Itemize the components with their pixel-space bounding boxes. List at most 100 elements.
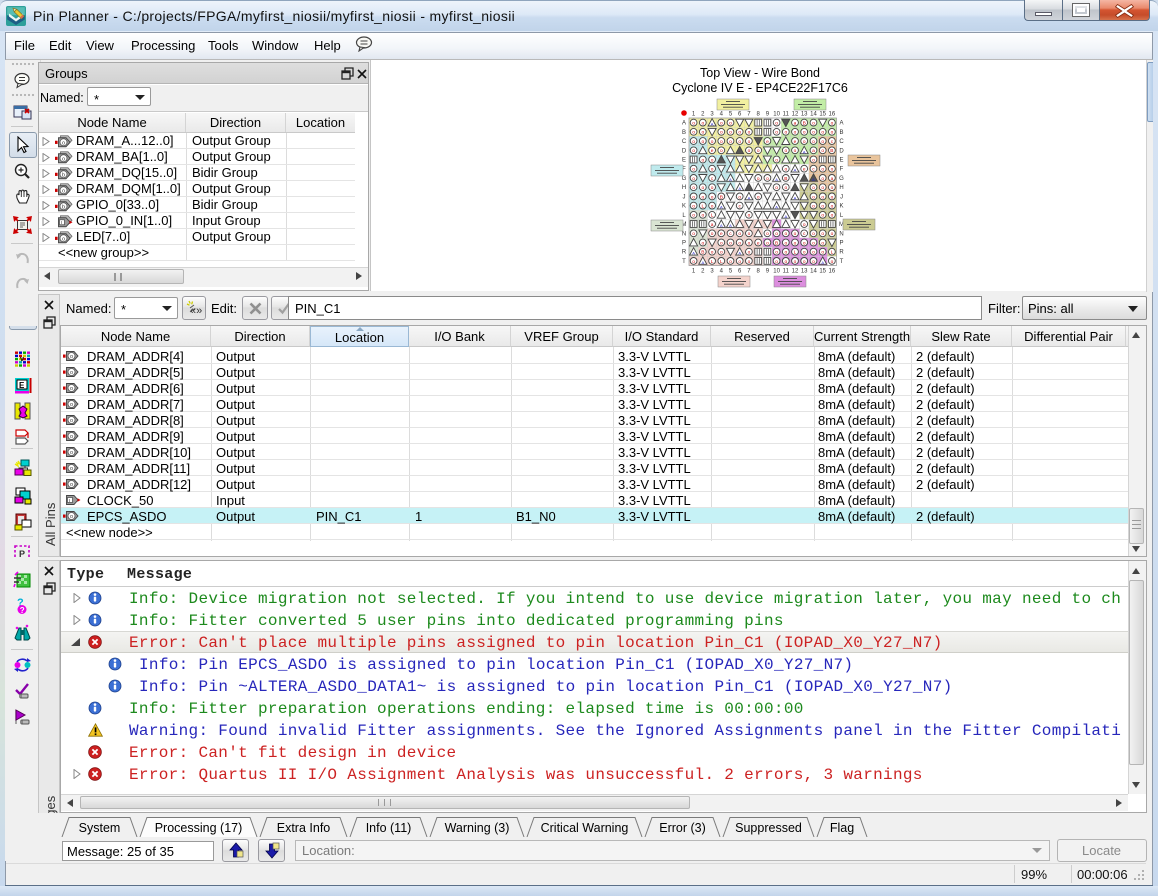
svg-text:o: o bbox=[821, 241, 824, 246]
svg-text:o: o bbox=[70, 402, 73, 408]
svg-text:o: o bbox=[692, 168, 695, 173]
svg-text:o: o bbox=[692, 260, 695, 265]
svg-text:A: A bbox=[682, 121, 686, 127]
svg-text:o: o bbox=[692, 149, 695, 154]
svg-text:E: E bbox=[682, 158, 686, 164]
svg-text:e: e bbox=[711, 149, 714, 154]
svg-text:B: B bbox=[803, 121, 806, 127]
svg-text:o: o bbox=[729, 260, 732, 265]
svg-text:o: o bbox=[831, 205, 834, 210]
svg-text:o: o bbox=[794, 241, 797, 246]
svg-text:o: o bbox=[821, 131, 824, 136]
svg-text:12: 12 bbox=[792, 269, 799, 275]
svg-text:o: o bbox=[70, 386, 73, 392]
svg-text:B: B bbox=[682, 130, 686, 136]
svg-text:o: o bbox=[729, 131, 732, 136]
svg-text:14: 14 bbox=[810, 269, 817, 275]
svg-text:o: o bbox=[711, 186, 714, 191]
svg-text:e: e bbox=[794, 140, 797, 145]
svg-text:J: J bbox=[683, 194, 686, 200]
svg-text:I: I bbox=[61, 220, 62, 226]
svg-text:o: o bbox=[812, 241, 815, 246]
svg-text:P: P bbox=[682, 241, 686, 247]
svg-text:o: o bbox=[748, 214, 751, 219]
svg-text:a: a bbox=[711, 223, 714, 228]
svg-text:o: o bbox=[775, 232, 778, 237]
svg-text:L: L bbox=[701, 204, 704, 210]
svg-text:System: System bbox=[79, 821, 121, 835]
svg-text:D: D bbox=[839, 148, 844, 154]
svg-text:o: o bbox=[748, 232, 751, 237]
svg-text:o: o bbox=[766, 241, 769, 246]
svg-text:o: o bbox=[748, 260, 751, 265]
svg-text:o: o bbox=[831, 260, 834, 265]
svg-text:13: 13 bbox=[801, 112, 808, 118]
svg-text:o: o bbox=[720, 149, 723, 154]
svg-text:o: o bbox=[748, 241, 751, 246]
svg-text:o: o bbox=[812, 205, 815, 210]
svg-text:o: o bbox=[692, 122, 695, 127]
svg-text:B: B bbox=[839, 130, 843, 136]
svg-text:o: o bbox=[794, 232, 797, 237]
svg-text:v: v bbox=[20, 356, 24, 363]
svg-text:o: o bbox=[701, 214, 704, 219]
svg-text:A: A bbox=[729, 177, 732, 182]
svg-text:o: o bbox=[784, 232, 787, 237]
svg-text:T: T bbox=[682, 259, 686, 265]
svg-text:o: o bbox=[738, 260, 741, 265]
svg-text:o: o bbox=[738, 140, 741, 145]
svg-text:N: N bbox=[682, 231, 686, 237]
svg-text:I: I bbox=[69, 498, 70, 504]
svg-text:11: 11 bbox=[783, 112, 790, 118]
svg-text:o: o bbox=[62, 236, 65, 242]
svg-text:o: o bbox=[831, 168, 834, 173]
svg-text:e: e bbox=[766, 140, 769, 145]
svg-text:o: o bbox=[738, 131, 741, 136]
svg-text:o: o bbox=[711, 158, 714, 163]
svg-text:o: o bbox=[812, 122, 815, 127]
svg-text:A: A bbox=[839, 121, 843, 127]
svg-text:o: o bbox=[729, 122, 732, 127]
svg-text:o: o bbox=[775, 260, 778, 265]
svg-text:o: o bbox=[812, 232, 815, 237]
svg-text:o: o bbox=[692, 205, 695, 210]
svg-text:L: L bbox=[711, 213, 714, 219]
svg-text:o: o bbox=[748, 251, 751, 256]
svg-text:A: A bbox=[720, 223, 723, 228]
svg-text:o: o bbox=[775, 158, 778, 163]
svg-text:o: o bbox=[701, 122, 704, 127]
svg-text:o: o bbox=[62, 188, 65, 194]
svg-text:a: a bbox=[831, 177, 834, 182]
svg-text:a: a bbox=[812, 149, 815, 154]
svg-text:A: A bbox=[711, 122, 714, 127]
svg-text:o: o bbox=[821, 195, 824, 200]
svg-text:A: A bbox=[803, 149, 806, 154]
svg-text:B: B bbox=[830, 148, 833, 154]
svg-text:o: o bbox=[784, 168, 787, 173]
svg-text:16: 16 bbox=[829, 112, 836, 118]
svg-text:A: A bbox=[738, 251, 741, 256]
svg-text:o: o bbox=[729, 241, 732, 246]
svg-text:o: o bbox=[70, 514, 73, 520]
svg-text:o: o bbox=[70, 370, 73, 376]
svg-text:o: o bbox=[831, 232, 834, 237]
svg-text:L: L bbox=[720, 259, 723, 265]
svg-text:b: b bbox=[62, 172, 65, 178]
svg-text:H: H bbox=[682, 185, 686, 191]
svg-text:o: o bbox=[803, 251, 806, 256]
svg-text:o: o bbox=[711, 195, 714, 200]
svg-text:o: o bbox=[62, 156, 65, 162]
svg-text:e: e bbox=[720, 232, 723, 237]
svg-text:o: o bbox=[711, 140, 714, 145]
svg-text:a: a bbox=[794, 122, 797, 127]
svg-text:L: L bbox=[794, 250, 797, 256]
svg-text:Processing (17): Processing (17) bbox=[155, 821, 243, 835]
svg-text:o: o bbox=[803, 260, 806, 265]
svg-text:e: e bbox=[757, 241, 760, 246]
svg-text:o: o bbox=[775, 122, 778, 127]
svg-text:o: o bbox=[812, 260, 815, 265]
svg-text:o: o bbox=[812, 251, 815, 256]
svg-text:N: N bbox=[839, 231, 843, 237]
svg-text:B: B bbox=[701, 250, 704, 256]
svg-text:A: A bbox=[720, 205, 723, 210]
